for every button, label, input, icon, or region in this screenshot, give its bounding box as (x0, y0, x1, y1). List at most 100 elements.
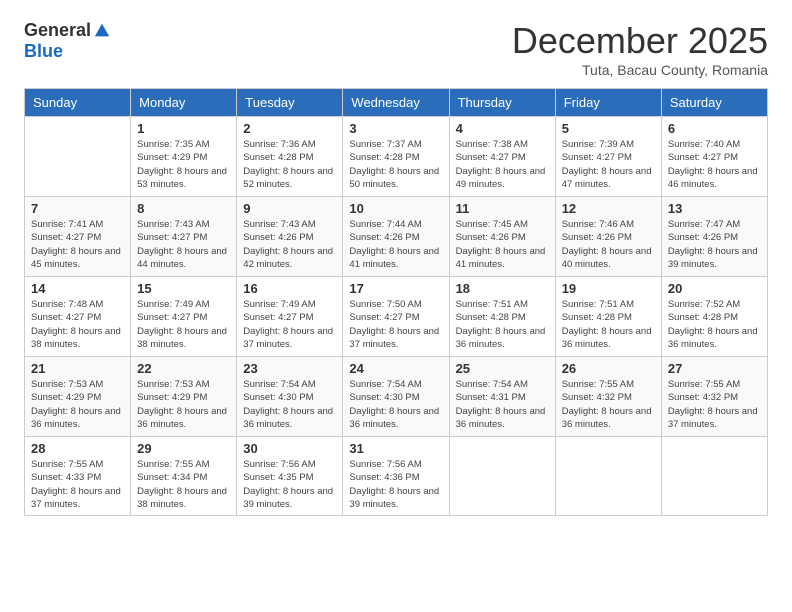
day-info: Sunrise: 7:52 AMSunset: 4:28 PMDaylight:… (668, 298, 761, 351)
day-number: 17 (349, 281, 442, 296)
table-row: 24Sunrise: 7:54 AMSunset: 4:30 PMDayligh… (343, 357, 449, 437)
day-number: 5 (562, 121, 655, 136)
day-info: Sunrise: 7:38 AMSunset: 4:27 PMDaylight:… (456, 138, 549, 191)
table-row: 25Sunrise: 7:54 AMSunset: 4:31 PMDayligh… (449, 357, 555, 437)
table-row: 15 Sunrise: 7:49 AMSunset: 4:27 PMDayligh… (131, 277, 237, 357)
day-info: Sunrise: 7:43 AMSunset: 4:26 PMDaylight:… (243, 218, 336, 271)
table-row (555, 437, 661, 516)
calendar-week-row: 28Sunrise: 7:55 AMSunset: 4:33 PMDayligh… (25, 437, 768, 516)
day-info: Sunrise: 7:37 AMSunset: 4:28 PMDaylight:… (349, 138, 442, 191)
logo-general-text: General (24, 20, 91, 41)
day-number: 30 (243, 441, 336, 456)
day-info: Sunrise: 7:55 AMSunset: 4:32 PMDaylight:… (668, 378, 761, 431)
day-number: 18 (456, 281, 549, 296)
day-info: Sunrise: 7:56 AMSunset: 4:36 PMDaylight:… (349, 458, 442, 511)
table-row: 1 Sunrise: 7:35 AMSunset: 4:29 PMDaylight… (131, 117, 237, 197)
table-row: 3 Sunrise: 7:37 AMSunset: 4:28 PMDaylight… (343, 117, 449, 197)
logo: General Blue (24, 20, 111, 62)
day-number: 8 (137, 201, 230, 216)
day-info: Sunrise: 7:55 AMSunset: 4:34 PMDaylight:… (137, 458, 230, 511)
header-saturday: Saturday (661, 89, 767, 117)
month-title: December 2025 (512, 20, 768, 62)
day-info: Sunrise: 7:43 AMSunset: 4:27 PMDaylight:… (137, 218, 230, 271)
logo-blue-text: Blue (24, 41, 63, 62)
day-number: 1 (137, 121, 230, 136)
day-number: 11 (456, 201, 549, 216)
day-info: Sunrise: 7:47 AMSunset: 4:26 PMDaylight:… (668, 218, 761, 271)
day-number: 4 (456, 121, 549, 136)
day-number: 20 (668, 281, 761, 296)
calendar-week-row: 1 Sunrise: 7:35 AMSunset: 4:29 PMDaylight… (25, 117, 768, 197)
table-row: 17 Sunrise: 7:50 AMSunset: 4:27 PMDayligh… (343, 277, 449, 357)
day-number: 13 (668, 201, 761, 216)
day-info: Sunrise: 7:39 AMSunset: 4:27 PMDaylight:… (562, 138, 655, 191)
table-row: 27 Sunrise: 7:55 AMSunset: 4:32 PMDayligh… (661, 357, 767, 437)
table-row: 21 Sunrise: 7:53 AMSunset: 4:29 PMDayligh… (25, 357, 131, 437)
table-row: 13 Sunrise: 7:47 AMSunset: 4:26 PMDayligh… (661, 197, 767, 277)
table-row: 11 Sunrise: 7:45 AMSunset: 4:26 PMDayligh… (449, 197, 555, 277)
table-row: 16Sunrise: 7:49 AMSunset: 4:27 PMDayligh… (237, 277, 343, 357)
header-tuesday: Tuesday (237, 89, 343, 117)
table-row: 12 Sunrise: 7:46 AMSunset: 4:26 PMDayligh… (555, 197, 661, 277)
table-row: 14Sunrise: 7:48 AMSunset: 4:27 PMDayligh… (25, 277, 131, 357)
calendar-week-row: 21 Sunrise: 7:53 AMSunset: 4:29 PMDayligh… (25, 357, 768, 437)
day-number: 2 (243, 121, 336, 136)
table-row: 9 Sunrise: 7:43 AMSunset: 4:26 PMDaylight… (237, 197, 343, 277)
table-row: 4 Sunrise: 7:38 AMSunset: 4:27 PMDaylight… (449, 117, 555, 197)
table-row (661, 437, 767, 516)
day-info: Sunrise: 7:54 AMSunset: 4:30 PMDaylight:… (349, 378, 442, 431)
day-number: 15 (137, 281, 230, 296)
day-info: Sunrise: 7:51 AMSunset: 4:28 PMDaylight:… (562, 298, 655, 351)
day-info: Sunrise: 7:53 AMSunset: 4:29 PMDaylight:… (31, 378, 124, 431)
calendar-table: Sunday Monday Tuesday Wednesday Thursday… (24, 88, 768, 516)
day-number: 27 (668, 361, 761, 376)
table-row: 5 Sunrise: 7:39 AMSunset: 4:27 PMDaylight… (555, 117, 661, 197)
day-info: Sunrise: 7:40 AMSunset: 4:27 PMDaylight:… (668, 138, 761, 191)
day-info: Sunrise: 7:55 AMSunset: 4:32 PMDaylight:… (562, 378, 655, 431)
header-wednesday: Wednesday (343, 89, 449, 117)
calendar-week-row: 7Sunrise: 7:41 AMSunset: 4:27 PMDaylight… (25, 197, 768, 277)
day-number: 31 (349, 441, 442, 456)
page: General Blue December 2025 Tuta, Bacau C… (0, 0, 792, 612)
title-block: December 2025 Tuta, Bacau County, Romani… (512, 20, 768, 78)
day-number: 21 (31, 361, 124, 376)
day-info: Sunrise: 7:50 AMSunset: 4:27 PMDaylight:… (349, 298, 442, 351)
logo-icon (93, 22, 111, 40)
header-sunday: Sunday (25, 89, 131, 117)
table-row: 23Sunrise: 7:54 AMSunset: 4:30 PMDayligh… (237, 357, 343, 437)
table-row: 31 Sunrise: 7:56 AMSunset: 4:36 PMDayligh… (343, 437, 449, 516)
day-number: 10 (349, 201, 442, 216)
day-info: Sunrise: 7:53 AMSunset: 4:29 PMDaylight:… (137, 378, 230, 431)
day-number: 29 (137, 441, 230, 456)
day-info: Sunrise: 7:49 AMSunset: 4:27 PMDaylight:… (137, 298, 230, 351)
day-number: 9 (243, 201, 336, 216)
table-row: 30 Sunrise: 7:56 AMSunset: 4:35 PMDayligh… (237, 437, 343, 516)
table-row: 22Sunrise: 7:53 AMSunset: 4:29 PMDayligh… (131, 357, 237, 437)
table-row: 18 Sunrise: 7:51 AMSunset: 4:28 PMDayligh… (449, 277, 555, 357)
table-row: 6Sunrise: 7:40 AMSunset: 4:27 PMDaylight… (661, 117, 767, 197)
weekday-header-row: Sunday Monday Tuesday Wednesday Thursday… (25, 89, 768, 117)
day-number: 23 (243, 361, 336, 376)
day-info: Sunrise: 7:44 AMSunset: 4:26 PMDaylight:… (349, 218, 442, 271)
day-info: Sunrise: 7:35 AMSunset: 4:29 PMDaylight:… (137, 138, 230, 191)
table-row: 2Sunrise: 7:36 AMSunset: 4:28 PMDaylight… (237, 117, 343, 197)
day-info: Sunrise: 7:56 AMSunset: 4:35 PMDaylight:… (243, 458, 336, 511)
table-row: 8 Sunrise: 7:43 AMSunset: 4:27 PMDaylight… (131, 197, 237, 277)
day-info: Sunrise: 7:55 AMSunset: 4:33 PMDaylight:… (31, 458, 124, 511)
table-row (25, 117, 131, 197)
day-number: 7 (31, 201, 124, 216)
table-row: 28Sunrise: 7:55 AMSunset: 4:33 PMDayligh… (25, 437, 131, 516)
table-row (449, 437, 555, 516)
day-number: 25 (456, 361, 549, 376)
table-row: 26Sunrise: 7:55 AMSunset: 4:32 PMDayligh… (555, 357, 661, 437)
day-number: 3 (349, 121, 442, 136)
day-info: Sunrise: 7:51 AMSunset: 4:28 PMDaylight:… (456, 298, 549, 351)
day-info: Sunrise: 7:46 AMSunset: 4:26 PMDaylight:… (562, 218, 655, 271)
day-info: Sunrise: 7:45 AMSunset: 4:26 PMDaylight:… (456, 218, 549, 271)
calendar-week-row: 14Sunrise: 7:48 AMSunset: 4:27 PMDayligh… (25, 277, 768, 357)
day-number: 14 (31, 281, 124, 296)
day-number: 12 (562, 201, 655, 216)
table-row: 29 Sunrise: 7:55 AMSunset: 4:34 PMDayligh… (131, 437, 237, 516)
day-number: 16 (243, 281, 336, 296)
header-thursday: Thursday (449, 89, 555, 117)
